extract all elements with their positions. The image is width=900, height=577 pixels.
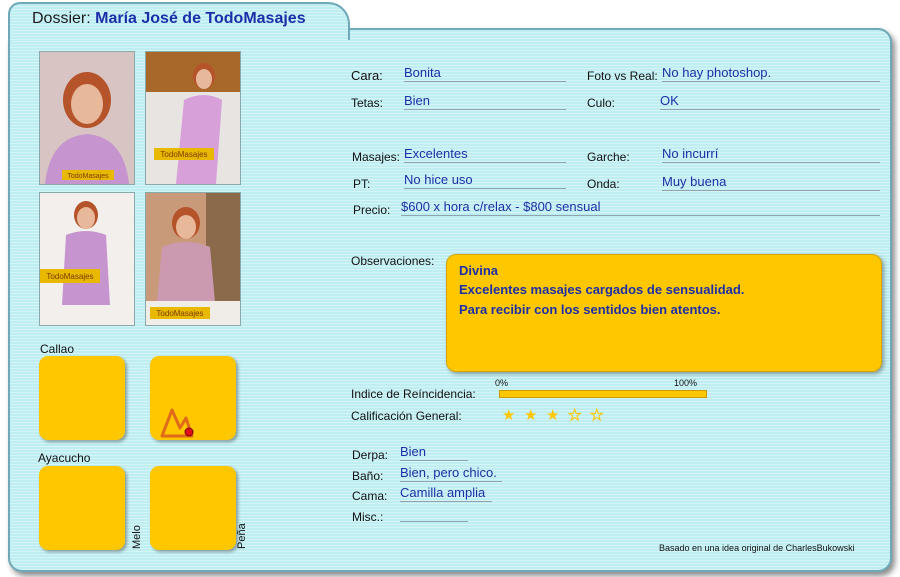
label-melo: Melo bbox=[131, 525, 143, 549]
label-pena: Peña bbox=[236, 523, 248, 549]
profile-photo-2[interactable]: TodoMasajes bbox=[145, 51, 241, 185]
photo-image: TodoMasajes bbox=[40, 193, 134, 325]
value-bano: Bien, pero chico. bbox=[400, 465, 502, 482]
logo-text: TodoMasajes bbox=[160, 150, 207, 159]
logo-text: TodoMasajes bbox=[46, 272, 93, 281]
label-precio: Precio: bbox=[353, 203, 391, 217]
title-name: María José de TodoMasajes bbox=[95, 10, 306, 27]
observaciones-box: Divina Excelentes masajes cargados de se… bbox=[446, 254, 882, 372]
location-box-4[interactable] bbox=[150, 466, 236, 550]
value-tetas: Bien bbox=[404, 93, 566, 110]
profile-photo-1[interactable]: TodoMasajes bbox=[39, 51, 135, 185]
footer-credit: Basado en una idea original de CharlesBu… bbox=[659, 543, 855, 553]
label-culo: Culo: bbox=[587, 96, 616, 110]
logo-text: TodoMasajes bbox=[67, 173, 109, 180]
reincidencia-bar bbox=[499, 390, 707, 398]
value-pt: No hice uso bbox=[404, 172, 566, 189]
star-icon: ★ bbox=[589, 407, 604, 425]
label-masajes: Masajes: bbox=[352, 150, 401, 164]
label-bano: Baño: bbox=[352, 469, 384, 483]
star-icon: ★ bbox=[546, 407, 560, 424]
photo-image: TodoMasajes bbox=[146, 193, 240, 325]
photo-image: TodoMasajes bbox=[146, 52, 240, 184]
value-foto-vs-real: No hay photoshop. bbox=[662, 65, 880, 82]
label-onda: Onda: bbox=[587, 177, 620, 191]
label-callao: Callao bbox=[40, 342, 75, 356]
observaciones-line-3: Para recibir con los sentidos bien atent… bbox=[459, 302, 721, 317]
label-pt: PT: bbox=[353, 177, 371, 191]
logo-text: TodoMasajes bbox=[156, 309, 203, 318]
profile-photo-3[interactable]: TodoMasajes bbox=[39, 192, 135, 326]
title-prefix: Dossier: bbox=[32, 10, 91, 27]
profile-photo-4[interactable]: TodoMasajes bbox=[145, 192, 241, 326]
value-garche: No incurrí bbox=[662, 146, 880, 163]
page-title: Dossier: María José de TodoMasajes bbox=[32, 10, 306, 28]
value-derpa: Bien bbox=[400, 444, 468, 461]
value-masajes: Excelentes bbox=[404, 146, 566, 163]
value-precio: $600 x hora c/relax - $800 sensual bbox=[401, 199, 880, 216]
location-box-callao[interactable] bbox=[39, 356, 125, 440]
star-icon: ★ bbox=[502, 407, 516, 424]
star-icon: ★ bbox=[567, 407, 582, 425]
location-box-ayacucho[interactable] bbox=[39, 466, 125, 550]
value-misc bbox=[400, 505, 468, 522]
label-reincidencia: Indice de Reíncidencia: bbox=[351, 387, 476, 401]
reincidencia-bar-fill bbox=[500, 391, 706, 397]
label-tetas: Tetas: bbox=[351, 96, 384, 110]
reincidencia-min-label: 0% bbox=[495, 378, 509, 388]
reincidencia-max-label: 100% bbox=[674, 378, 698, 388]
value-onda: Muy buena bbox=[662, 174, 880, 191]
value-cama: Camilla amplia bbox=[400, 485, 492, 502]
label-ayacucho: Ayacucho bbox=[38, 451, 91, 465]
label-foto-vs-real: Foto vs Real: bbox=[587, 69, 658, 83]
observaciones-line-1: Divina bbox=[459, 263, 499, 278]
label-derpa: Derpa: bbox=[352, 448, 389, 462]
todomasajes-marker-icon bbox=[160, 408, 194, 438]
label-garche: Garche: bbox=[587, 150, 630, 164]
label-calificacion: Calificación General: bbox=[351, 409, 462, 423]
label-cara: Cara: bbox=[351, 68, 383, 83]
observaciones-line-2: Excelentes masajes cargados de sensualid… bbox=[459, 282, 745, 297]
label-observaciones: Observaciones: bbox=[351, 254, 435, 268]
label-cama: Cama: bbox=[352, 489, 388, 503]
photo-image: TodoMasajes bbox=[40, 52, 134, 184]
location-box-2[interactable] bbox=[150, 356, 236, 440]
value-cara: Bonita bbox=[404, 65, 566, 82]
value-culo: OK bbox=[660, 93, 880, 110]
star-icon: ★ bbox=[524, 407, 538, 424]
label-misc: Misc.: bbox=[352, 510, 384, 524]
